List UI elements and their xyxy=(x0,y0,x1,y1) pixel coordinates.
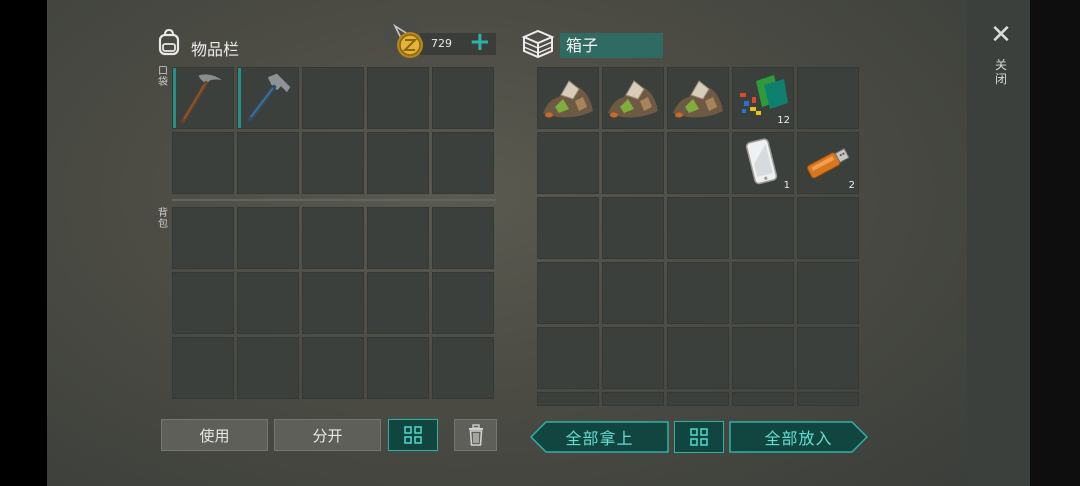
container-slot[interactable] xyxy=(732,392,794,406)
container-slot[interactable] xyxy=(732,197,794,259)
container-slot[interactable] xyxy=(602,392,664,406)
backpack-slot[interactable] xyxy=(367,272,429,334)
backpack-slot[interactable] xyxy=(302,272,364,334)
item-count: 12 xyxy=(777,115,790,126)
pocket-slot[interactable] xyxy=(172,132,234,194)
backpack-slot[interactable] xyxy=(237,272,299,334)
container-slot[interactable] xyxy=(602,67,664,129)
container-slot[interactable] xyxy=(797,67,859,129)
backpack-slot[interactable] xyxy=(432,207,494,269)
container-slot[interactable] xyxy=(667,132,729,194)
pocket-slot[interactable] xyxy=(302,67,364,129)
ore-pile-icon xyxy=(543,80,593,118)
backpack-slot[interactable] xyxy=(172,337,234,399)
container-slot[interactable] xyxy=(667,67,729,129)
container-slot[interactable] xyxy=(797,392,859,406)
hammer-icon xyxy=(247,72,292,122)
grid-sort-icon xyxy=(404,426,422,444)
backpack-grid xyxy=(172,207,494,399)
pocket-slot[interactable] xyxy=(367,67,429,129)
pocket-slot[interactable] xyxy=(432,132,494,194)
container-slot[interactable] xyxy=(797,327,859,389)
pocket-slot[interactable] xyxy=(237,67,299,129)
container-slot[interactable] xyxy=(797,262,859,324)
pocket-slot[interactable] xyxy=(367,132,429,194)
pocket-slot[interactable] xyxy=(302,132,364,194)
trash-icon xyxy=(468,424,483,446)
pocket-slot[interactable] xyxy=(172,67,234,129)
pocket-grid xyxy=(172,67,494,194)
container-slot[interactable] xyxy=(667,197,729,259)
container-slot[interactable] xyxy=(667,392,729,406)
container-slot[interactable]: 12 xyxy=(732,67,794,129)
item-count: 2 xyxy=(848,180,855,191)
container-slot[interactable] xyxy=(537,262,599,324)
container-slot[interactable] xyxy=(537,392,599,406)
grid-sort-icon xyxy=(690,428,708,446)
ore-pile-icon xyxy=(673,80,723,118)
add-currency-button[interactable]: + xyxy=(469,27,491,57)
container-slot[interactable] xyxy=(537,132,599,194)
backpack-slot[interactable] xyxy=(432,272,494,334)
section-divider xyxy=(172,199,496,201)
durability-bar xyxy=(238,68,241,128)
container-slot[interactable] xyxy=(667,262,729,324)
container-slot[interactable] xyxy=(602,262,664,324)
inventory-title: 物品栏 xyxy=(191,40,240,59)
backpack-slot[interactable] xyxy=(172,272,234,334)
backpack-slot[interactable] xyxy=(367,337,429,399)
backpack-slot[interactable] xyxy=(302,337,364,399)
container-slot[interactable] xyxy=(537,67,599,129)
split-button[interactable]: 分开 xyxy=(274,419,381,451)
container-slot[interactable]: 2 xyxy=(797,132,859,194)
put-all-button[interactable]: 全部放入 xyxy=(729,421,868,453)
durability-bar xyxy=(173,68,176,128)
take-all-button[interactable]: 全部拿上 xyxy=(530,421,669,453)
pocket-slot[interactable] xyxy=(237,132,299,194)
close-label: 关闭 xyxy=(994,58,1007,86)
close-icon: ✕ xyxy=(990,20,1012,50)
backpack-slot[interactable] xyxy=(432,337,494,399)
backpack-slot[interactable] xyxy=(237,207,299,269)
container-slot[interactable] xyxy=(797,197,859,259)
use-button[interactable]: 使用 xyxy=(161,419,268,451)
container-slot[interactable] xyxy=(602,327,664,389)
ore-pile-icon xyxy=(608,80,658,118)
container-slot[interactable] xyxy=(732,327,794,389)
container-slot[interactable] xyxy=(667,327,729,389)
screen-edge xyxy=(1030,0,1080,486)
pocket-label: 口袋 xyxy=(158,66,168,88)
item-count: 1 xyxy=(783,180,790,191)
container-slot[interactable] xyxy=(537,327,599,389)
container-slot[interactable] xyxy=(602,132,664,194)
container-title-box: 箱子 xyxy=(560,33,663,58)
coin-icon xyxy=(383,16,429,62)
container-slot[interactable] xyxy=(732,262,794,324)
crate-icon xyxy=(521,28,555,60)
trash-button[interactable] xyxy=(454,419,497,451)
sort-container-button[interactable] xyxy=(674,421,724,453)
take-all-label: 全部拿上 xyxy=(565,429,634,448)
backpack-slot[interactable] xyxy=(172,207,234,269)
pocket-slot[interactable] xyxy=(432,67,494,129)
backpack-slot[interactable] xyxy=(302,207,364,269)
backpack-slot[interactable] xyxy=(367,207,429,269)
container-slot[interactable] xyxy=(537,197,599,259)
container-slot[interactable] xyxy=(602,197,664,259)
sort-inventory-button[interactable] xyxy=(388,419,438,451)
backpack-icon xyxy=(154,27,184,57)
pickaxe-icon xyxy=(181,73,225,123)
backpack-label: 背包 xyxy=(158,208,168,230)
container-title: 箱子 xyxy=(566,36,599,55)
put-all-label: 全部放入 xyxy=(764,429,833,448)
container-grid: 12 1 2 xyxy=(537,67,859,454)
container-slot[interactable]: 1 xyxy=(732,132,794,194)
currency-value: 729 xyxy=(431,37,452,50)
backpack-slot[interactable] xyxy=(237,337,299,399)
close-button[interactable]: ✕ 关闭 xyxy=(984,18,1018,98)
